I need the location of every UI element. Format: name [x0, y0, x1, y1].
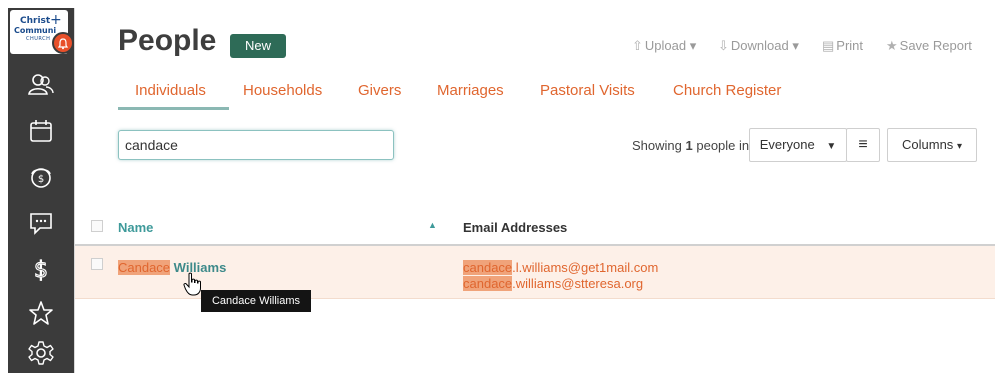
- tab-pastoral-visits[interactable]: Pastoral Visits: [540, 82, 635, 99]
- select-all-checkbox[interactable]: [91, 220, 103, 232]
- svg-text:$: $: [38, 174, 44, 185]
- star-icon[interactable]: [26, 298, 56, 328]
- svg-text:$: $: [34, 258, 48, 283]
- sidebar: Christ + Communi CHURCH $ $: [8, 8, 74, 373]
- tab-individuals[interactable]: Individuals: [135, 82, 206, 99]
- chat-icon[interactable]: [26, 208, 56, 238]
- caret-down-icon: ▾: [956, 141, 962, 152]
- logo-text-line1: Christ: [20, 16, 51, 26]
- print-icon: ▤: [822, 38, 835, 53]
- results-count: 1: [685, 138, 693, 153]
- bell-icon[interactable]: [52, 32, 74, 54]
- people-icon[interactable]: [26, 70, 56, 100]
- page-title: People: [118, 24, 217, 57]
- audience-filter-select[interactable]: Everyone ▼: [749, 128, 847, 162]
- logo-text-line3: CHURCH: [26, 36, 51, 42]
- gear-icon[interactable]: [26, 338, 56, 368]
- list-view-button[interactable]: ≡: [846, 128, 880, 162]
- row-checkbox[interactable]: [91, 258, 103, 270]
- tab-households[interactable]: Households: [243, 82, 322, 99]
- dollar-icon[interactable]: $: [26, 254, 56, 284]
- results-summary: Showing 1 people in: [632, 138, 750, 153]
- tab-church-register[interactable]: Church Register: [673, 82, 781, 99]
- download-button[interactable]: ⇩ Download ▾: [718, 38, 799, 54]
- new-button[interactable]: New: [230, 34, 286, 58]
- table-header: Name ▲ Email Addresses: [75, 208, 995, 246]
- hand-cursor-icon: [183, 272, 203, 296]
- upload-button[interactable]: ⇧ Upload ▾: [632, 38, 696, 54]
- column-header-email[interactable]: Email Addresses: [463, 220, 567, 235]
- download-icon: ⇩: [718, 38, 729, 53]
- email-addresses: candace.l.williams@get1mail.com candace.…: [463, 260, 658, 292]
- column-header-name[interactable]: Name: [118, 220, 153, 235]
- sort-ascending-icon[interactable]: ▲: [428, 220, 437, 230]
- upload-icon: ⇧: [632, 38, 643, 53]
- tab-givers[interactable]: Givers: [358, 82, 401, 99]
- columns-button[interactable]: Columns ▾: [887, 128, 977, 162]
- window-top-border: [0, 0, 995, 8]
- calendar-icon[interactable]: [26, 116, 56, 146]
- save-report-button[interactable]: ★ Save Report: [886, 38, 972, 54]
- giving-icon[interactable]: $: [26, 162, 56, 192]
- star-icon: ★: [886, 38, 898, 53]
- logo-text-line2: Communi: [14, 26, 57, 35]
- person-name-link[interactable]: Candace Williams: [118, 260, 226, 275]
- active-tab-indicator: [118, 107, 229, 110]
- email-address[interactable]: candace.l.williams@get1mail.com: [463, 260, 658, 276]
- search-input[interactable]: [118, 130, 394, 160]
- tooltip: Candace Williams: [201, 290, 311, 312]
- caret-down-icon: ▼: [826, 141, 837, 152]
- sidebar-divider: [74, 8, 75, 373]
- tab-marriages[interactable]: Marriages: [437, 82, 504, 99]
- email-address[interactable]: candace.williams@stteresa.org: [463, 276, 658, 292]
- list-icon: ≡: [858, 136, 868, 153]
- print-button[interactable]: ▤ Print: [822, 38, 863, 54]
